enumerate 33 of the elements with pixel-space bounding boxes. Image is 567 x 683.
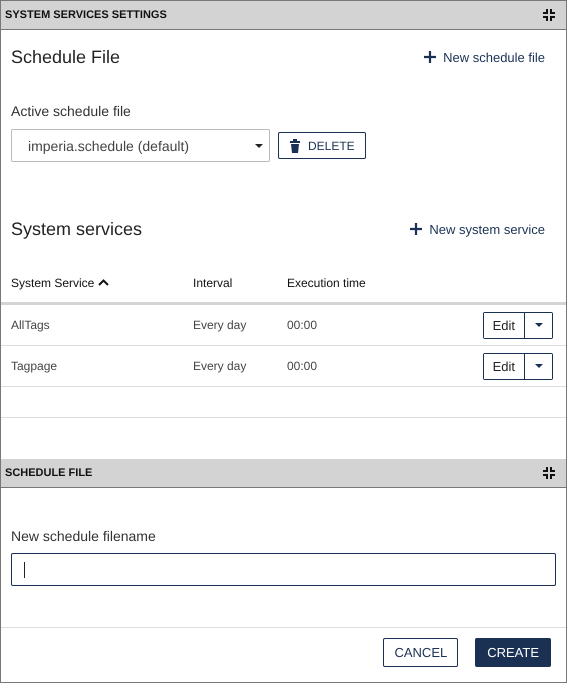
field-label: Active schedule file — [11, 103, 132, 119]
caret-icon — [534, 323, 542, 327]
table-cell-text: 00:00 — [287, 318, 318, 332]
plus-icon — [424, 51, 436, 63]
column-header[interactable]: System Service — [11, 276, 94, 290]
add-link[interactable]: New schedule file — [424, 50, 545, 64]
column-header[interactable]: Execution time — [287, 276, 366, 290]
delete-button[interactable]: DELETE — [278, 132, 366, 159]
filename-input[interactable] — [11, 553, 556, 586]
table-cell-text: Every day — [193, 318, 248, 332]
table-cell-text: Tagpage — [11, 359, 58, 373]
add-link[interactable]: New system service — [410, 222, 545, 236]
table-cell-text: Every day — [193, 359, 248, 373]
section-heading: Schedule File — [11, 46, 120, 68]
edit-button[interactable]: Edit — [484, 354, 525, 378]
trash-icon — [289, 138, 301, 152]
table-cell-text: 00:00 — [287, 359, 318, 373]
section-heading: System services — [11, 218, 142, 240]
panel-title: SCHEDULE FILE — [5, 467, 92, 479]
footer-button[interactable]: CANCEL — [383, 638, 458, 667]
schedule-select[interactable]: imperia.schedule (default) — [11, 129, 270, 162]
field-label: New schedule filename — [11, 528, 157, 544]
edit-button[interactable]: Edit — [484, 312, 525, 338]
text-cursor — [24, 562, 25, 578]
collapse-icon[interactable] — [542, 466, 556, 480]
caret-icon — [534, 364, 542, 368]
dropdown-caret-icon — [255, 144, 263, 148]
panel-title: SYSTEM SERVICES SETTINGS — [5, 9, 167, 21]
footer-button[interactable]: CREATE — [475, 638, 551, 667]
plus-icon — [410, 223, 422, 235]
table-cell-text: AllTags — [11, 318, 51, 332]
collapse-icon[interactable] — [542, 8, 556, 22]
column-header[interactable]: Interval — [193, 276, 232, 290]
